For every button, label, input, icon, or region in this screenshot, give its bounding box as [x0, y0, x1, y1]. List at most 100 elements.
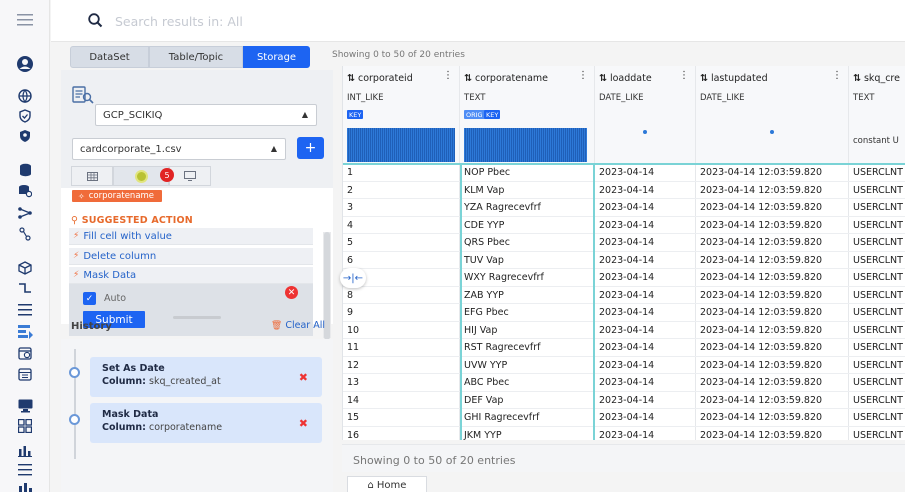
table-cell[interactable]: 2023-04-14 12:03:59.820 — [700, 202, 822, 213]
list-icon[interactable] — [16, 302, 34, 318]
kebab-menu-icon[interactable]: ⋮ — [443, 70, 453, 81]
table-cell[interactable]: JKM YYP — [464, 430, 502, 441]
table-row[interactable]: 11 RST Ragrecevfrf 2023-04-14 2023-04-14 12… — [343, 339, 905, 357]
table-cell[interactable]: 2023-04-14 — [599, 202, 654, 213]
table-cell[interactable]: 16 — [347, 430, 359, 441]
table-cell[interactable]: 2023-04-14 12:03:59.820 — [700, 377, 822, 388]
table-row[interactable]: 8 ZAB YYP 2023-04-14 2023-04-14 12:03:59.82… — [343, 287, 905, 304]
kebab-menu-icon[interactable]: ⋮ — [578, 70, 588, 81]
table-cell[interactable]: 5 — [347, 237, 353, 248]
table-cell[interactable]: 3 — [347, 202, 353, 213]
table-cell[interactable]: 2023-04-14 — [599, 412, 654, 423]
table-row[interactable]: 3 YZA Ragrecevfrf 2023-04-14 2023-04-14 12:… — [343, 199, 905, 217]
close-icon[interactable]: ✕ — [285, 286, 298, 299]
schedule-icon[interactable] — [16, 345, 34, 361]
table-cell[interactable]: ABC Pbec — [464, 377, 509, 388]
table-row[interactable]: 7WXY Ragrecevfrf2023-04-142023-04-14 12:… — [343, 269, 905, 287]
table-cell[interactable]: 2023-04-14 — [599, 395, 654, 406]
table-row[interactable]: 15 GHI Ragrecevfrf 2023-04-14 2023-04-14 12… — [343, 409, 905, 427]
table-cell[interactable]: USERCLNT — [853, 220, 903, 231]
table-cell[interactable]: 2023-04-14 12:03:59.820 — [700, 272, 822, 283]
table-cell[interactable]: 2023-04-14 12:03:59.820 — [700, 255, 822, 266]
column-header[interactable]: ⇅ corporateid — [347, 73, 413, 84]
table-cell[interactable]: 2023-04-14 — [599, 290, 654, 301]
table-cell[interactable]: 2023-04-14 — [599, 360, 654, 371]
calendar-icon[interactable] — [16, 366, 34, 382]
table-cell[interactable]: 2 — [347, 185, 353, 196]
search-input[interactable] — [115, 10, 535, 32]
pipeline-icon[interactable] — [16, 205, 34, 221]
table-cell[interactable]: 2023-04-14 — [599, 307, 654, 318]
column-header[interactable]: ⇅ loaddate — [599, 73, 652, 84]
table-cell[interactable]: 2023-04-14 12:03:59.820 — [700, 430, 822, 441]
auto-checkbox[interactable]: ✓ — [83, 292, 96, 305]
table-cell[interactable]: USERCLNT — [853, 185, 903, 196]
table-cell[interactable]: 2023-04-14 — [599, 220, 654, 231]
column-header[interactable]: ⇅ lastupdated — [700, 73, 768, 84]
remove-history-icon[interactable]: ✖ — [299, 417, 308, 430]
table-cell[interactable]: 9 — [347, 307, 353, 318]
table-cell[interactable]: EFG Pbec — [464, 307, 509, 318]
sort-icon[interactable]: ⇅ — [464, 73, 472, 84]
table-cell[interactable]: 2023-04-14 — [599, 377, 654, 388]
table-cell[interactable]: 2023-04-14 — [599, 342, 654, 353]
globe-icon[interactable] — [16, 88, 34, 104]
action-fill-cell[interactable]: ⚡ Fill cell with value — [69, 228, 313, 245]
table-cell[interactable]: DEF Vap — [464, 395, 503, 406]
table-cell[interactable]: CDE YYP — [464, 220, 504, 231]
table-cell[interactable]: 2023-04-14 12:03:59.820 — [700, 342, 822, 353]
table-row[interactable]: 1 NOP Pbec 2023-04-14 2023-04-14 12:03:59.8… — [343, 164, 905, 182]
column-header[interactable]: ⇅ corporatename — [464, 73, 548, 84]
table-cell[interactable]: USERCLNT — [853, 360, 903, 371]
table-cell[interactable]: USERCLNT — [853, 412, 903, 423]
panel-resize-handle[interactable] — [173, 316, 221, 319]
remove-history-icon[interactable]: ✖ — [299, 371, 308, 384]
flow-icon[interactable] — [16, 226, 34, 242]
tab-storage[interactable]: Storage — [243, 46, 310, 68]
table-cell[interactable]: 2023-04-14 — [599, 272, 654, 283]
table-cell[interactable]: USERCLNT — [853, 377, 903, 388]
user-shield-icon[interactable] — [16, 128, 34, 144]
table-row[interactable]: 14 DEF Vap 2023-04-14 2023-04-14 12:03:59.8… — [343, 392, 905, 409]
action-delete-column[interactable]: ⚡ Delete column — [69, 248, 313, 265]
table-row[interactable]: 5 QRS Pbec 2023-04-14 2023-04-14 12:03:59.8… — [343, 234, 905, 252]
connector-icon[interactable] — [16, 280, 34, 296]
database-sync-icon[interactable] — [16, 183, 34, 199]
table-cell[interactable]: USERCLNT — [853, 202, 903, 213]
table-cell[interactable]: USERCLNT — [853, 255, 903, 266]
shield-check-icon[interactable] — [16, 108, 34, 124]
table-cell[interactable]: USERCLNT — [853, 430, 903, 441]
table-cell[interactable]: NOP Pbec — [464, 167, 510, 178]
home-tab[interactable]: ⌂ Home — [347, 476, 427, 492]
table-cell[interactable]: 4 — [347, 220, 353, 231]
table-row[interactable]: 2 KLM Vap 2023-04-14 2023-04-14 12:03:59.82… — [343, 182, 905, 199]
table-cell[interactable]: 2023-04-14 12:03:59.820 — [700, 412, 822, 423]
search-icon[interactable] — [88, 13, 103, 31]
table-row[interactable]: 9 EFG Pbec 2023-04-14 2023-04-14 12:03:59.8… — [343, 304, 905, 322]
table-cell[interactable]: GHI Ragrecevfrf — [464, 412, 539, 423]
preview-tab[interactable] — [169, 166, 211, 186]
table-row[interactable]: 13 ABC Pbec 2023-04-14 2023-04-14 12:03:59.… — [343, 374, 905, 392]
project-select[interactable]: GCP_SCIKIQ ▲ — [95, 104, 317, 126]
table-cell[interactable]: TUV Vap — [464, 255, 504, 266]
table-cell[interactable]: USERCLNT — [853, 307, 903, 318]
clear-all-button[interactable]: 🗑 Clear All — [271, 320, 325, 331]
history-item[interactable]: Set As Date Column: skq_created_at ✖ — [90, 357, 322, 397]
table-cell[interactable]: USERCLNT — [853, 395, 903, 406]
table-cell[interactable]: 2023-04-14 12:03:59.820 — [700, 360, 822, 371]
table-cell[interactable]: 2023-04-14 — [599, 430, 654, 441]
table-cell[interactable]: USERCLNT — [853, 237, 903, 248]
table-cell[interactable]: 15 — [347, 412, 359, 423]
kebab-menu-icon[interactable]: ⋮ — [679, 70, 689, 81]
sort-icon[interactable]: ⇅ — [347, 73, 355, 84]
table-cell[interactable]: QRS Pbec — [464, 237, 510, 248]
table-cell[interactable]: USERCLNT — [853, 167, 903, 178]
kebab-menu-icon[interactable]: ⋮ — [832, 70, 842, 81]
grid-icon[interactable] — [16, 418, 34, 434]
sort-icon[interactable]: ⇅ — [853, 73, 861, 84]
table-cell[interactable]: USERCLNT — [853, 325, 903, 336]
table-cell[interactable]: 8 — [347, 290, 353, 301]
table-cell[interactable]: 2023-04-14 — [599, 255, 654, 266]
table-cell[interactable]: UVW YYP — [464, 360, 507, 371]
user-circle-icon[interactable] — [16, 56, 34, 72]
